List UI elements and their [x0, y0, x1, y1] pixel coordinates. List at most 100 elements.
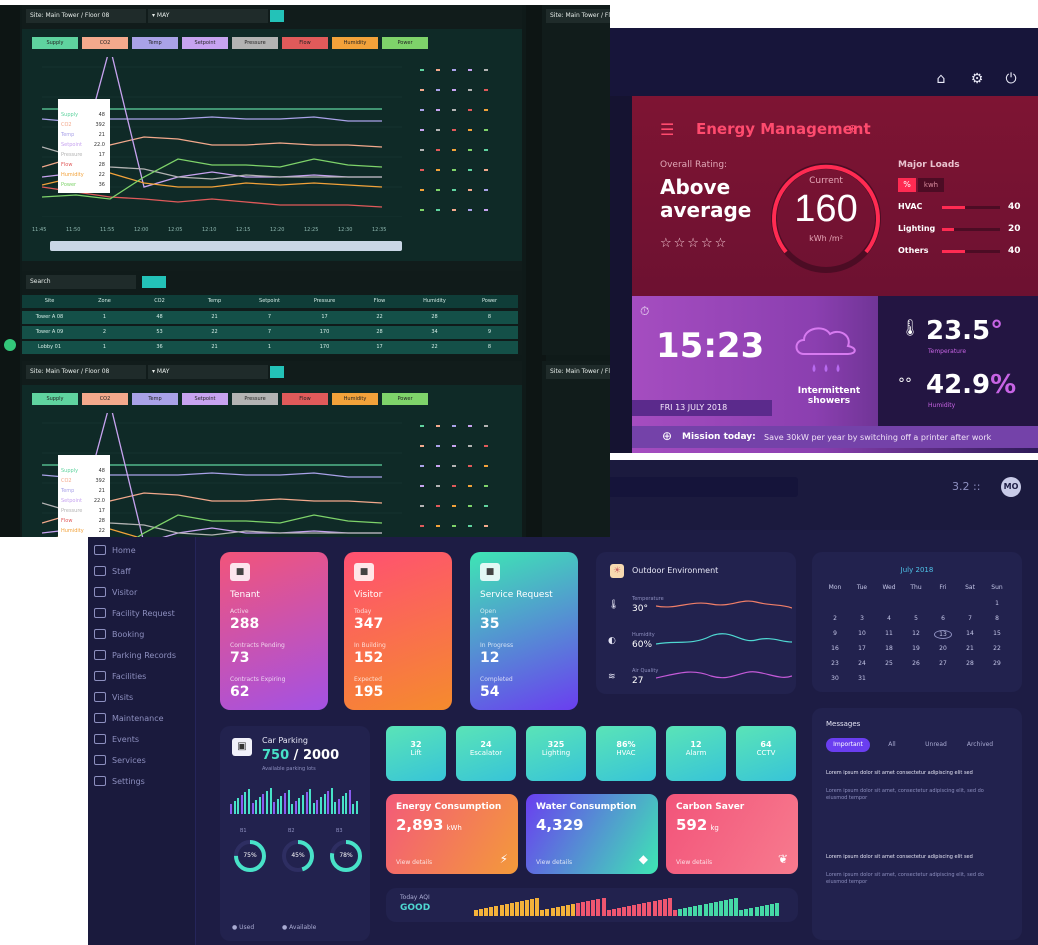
- series-chip[interactable]: Setpoint: [182, 393, 228, 405]
- stat-footer[interactable]: View details: [676, 859, 712, 866]
- site-select[interactable]: Site: Main Tower / Floor 08: [546, 365, 610, 379]
- table-search-input[interactable]: Search: [26, 275, 136, 289]
- avatar[interactable]: MO: [1001, 477, 1021, 497]
- series-chip[interactable]: Power: [382, 393, 428, 405]
- sidebar-item[interactable]: Events: [94, 729, 139, 749]
- calendar-day[interactable]: 25: [880, 660, 898, 667]
- calendar-day[interactable]: 22: [988, 645, 1006, 652]
- message-tab[interactable]: All: [870, 738, 914, 752]
- calendar-day[interactable]: 12: [907, 630, 925, 637]
- chart-range-scrollbar[interactable]: [50, 241, 402, 251]
- expand-icon[interactable]: ⊕: [848, 122, 857, 135]
- month-select[interactable]: ▾ MAY: [148, 9, 268, 23]
- table-header-cell[interactable]: Setpoint: [242, 295, 297, 308]
- site-select[interactable]: Site: Main Tower / Floor 08: [26, 365, 146, 379]
- metric-card[interactable]: ■ Visitor Today 347 In Building 152 Expected 19…: [344, 552, 452, 710]
- month-select[interactable]: ▾ MAY: [148, 365, 268, 379]
- table-row[interactable]: Lobby 01 1 36 21 1 170 17 22 8: [22, 341, 518, 354]
- site-select[interactable]: Site: Main Tower / Floor 08: [26, 9, 146, 23]
- calendar-day[interactable]: 16: [826, 645, 844, 652]
- series-chip[interactable]: Setpoint: [182, 37, 228, 49]
- sidebar-item[interactable]: Facilities: [94, 666, 146, 686]
- kwh-toggle[interactable]: kwh: [918, 178, 944, 192]
- equipment-tile[interactable]: 32 Lift: [386, 726, 446, 781]
- series-chip[interactable]: Power: [382, 37, 428, 49]
- calendar-day[interactable]: 17: [853, 645, 871, 652]
- equipment-tile[interactable]: 24 Escalator: [456, 726, 516, 781]
- table-header-cell[interactable]: Temp: [187, 295, 242, 308]
- power-icon[interactable]: ⏻: [1002, 70, 1020, 88]
- table-row[interactable]: Tower A 08 1 48 21 7 17 22 28 8: [22, 311, 518, 324]
- calendar-day[interactable]: 19: [907, 645, 925, 652]
- calendar-day[interactable]: 23: [826, 660, 844, 667]
- series-chip[interactable]: Supply: [32, 37, 78, 49]
- calendar-day[interactable]: 30: [826, 675, 844, 682]
- calendar-day[interactable]: 6: [934, 615, 952, 622]
- settings-icon[interactable]: ⚙: [968, 70, 986, 88]
- apply-button[interactable]: [270, 10, 284, 22]
- sidebar-item[interactable]: Visitor: [94, 582, 137, 602]
- sidebar-item[interactable]: Booking: [94, 624, 144, 644]
- message-tab[interactable]: Important: [826, 738, 870, 752]
- sidebar-item[interactable]: Parking Records: [94, 645, 176, 665]
- calendar-day[interactable]: 21: [961, 645, 979, 652]
- series-chip[interactable]: Humidity: [332, 37, 378, 49]
- calendar-day[interactable]: 15: [988, 630, 1006, 637]
- sidebar-item[interactable]: Settings: [94, 771, 145, 791]
- calendar-day[interactable]: 10: [853, 630, 871, 637]
- table-search-button[interactable]: [142, 276, 166, 288]
- series-chip[interactable]: Pressure: [232, 393, 278, 405]
- series-chip[interactable]: Flow: [282, 37, 328, 49]
- calendar-day[interactable]: 1: [988, 600, 1006, 607]
- table-header-cell[interactable]: Site: [22, 295, 77, 308]
- series-chip[interactable]: Supply: [32, 393, 78, 405]
- calendar-day[interactable]: 13: [934, 630, 952, 639]
- sidebar-item[interactable]: Services: [94, 750, 146, 770]
- calendar-day[interactable]: 31: [853, 675, 871, 682]
- series-chip[interactable]: Temp: [132, 393, 178, 405]
- apply-button[interactable]: [270, 366, 284, 378]
- calendar-day[interactable]: 3: [853, 615, 871, 622]
- percent-toggle[interactable]: %: [898, 178, 916, 192]
- stat-card[interactable]: Energy Consumption 2,893 kWh View details ⚡: [386, 794, 518, 874]
- calendar-day[interactable]: 4: [880, 615, 898, 622]
- table-header-cell[interactable]: Zone: [77, 295, 132, 308]
- table-header-cell[interactable]: CO2: [132, 295, 187, 308]
- home-icon[interactable]: ⌂: [932, 70, 950, 88]
- stat-card[interactable]: Water Consumption 4,329 View details ◆: [526, 794, 658, 874]
- calendar-day[interactable]: 28: [961, 660, 979, 667]
- calendar-day[interactable]: 2: [826, 615, 844, 622]
- status-indicator-icon[interactable]: [4, 339, 16, 351]
- message-tab[interactable]: Archived: [958, 738, 1002, 752]
- sidebar-item[interactable]: Facility Request: [94, 603, 175, 623]
- table-header-cell[interactable]: Flow: [352, 295, 407, 308]
- table-header-cell[interactable]: Power: [462, 295, 517, 308]
- equipment-tile[interactable]: 86% HVAC: [596, 726, 656, 781]
- sidebar-item[interactable]: Visits: [94, 687, 133, 707]
- table-header-cell[interactable]: Pressure: [297, 295, 352, 308]
- series-chip[interactable]: CO2: [82, 37, 128, 49]
- series-chip[interactable]: Flow: [282, 393, 328, 405]
- stat-card[interactable]: Carbon Saver 592 kg View details ❦: [666, 794, 798, 874]
- calendar-day[interactable]: 7: [961, 615, 979, 622]
- message-title[interactable]: Lorem ipsum dolor sit amet consectetur a…: [826, 854, 1006, 861]
- site-select[interactable]: Site: Main Tower / Floor 08: [546, 9, 610, 23]
- metric-card[interactable]: ■ Tenant Active 288 Contracts Pending 73 Contr…: [220, 552, 328, 710]
- calendar-day[interactable]: 8: [988, 615, 1006, 622]
- calendar-day[interactable]: 26: [907, 660, 925, 667]
- message-tab[interactable]: Unread: [914, 738, 958, 752]
- series-chip[interactable]: Pressure: [232, 37, 278, 49]
- stat-footer[interactable]: View details: [396, 859, 432, 866]
- series-chip[interactable]: CO2: [82, 393, 128, 405]
- calendar-day[interactable]: 5: [907, 615, 925, 622]
- calendar-day[interactable]: 29: [988, 660, 1006, 667]
- calendar-day[interactable]: 27: [934, 660, 952, 667]
- table-row[interactable]: Tower A 09 2 53 22 7 170 28 34 9: [22, 326, 518, 339]
- stat-footer[interactable]: View details: [536, 859, 572, 866]
- series-chip[interactable]: Temp: [132, 37, 178, 49]
- sidebar-item[interactable]: Maintenance: [94, 708, 164, 728]
- calendar-day[interactable]: 20: [934, 645, 952, 652]
- series-chip[interactable]: Humidity: [332, 393, 378, 405]
- equipment-tile[interactable]: 325 Lighting: [526, 726, 586, 781]
- equipment-tile[interactable]: 12 Alarm: [666, 726, 726, 781]
